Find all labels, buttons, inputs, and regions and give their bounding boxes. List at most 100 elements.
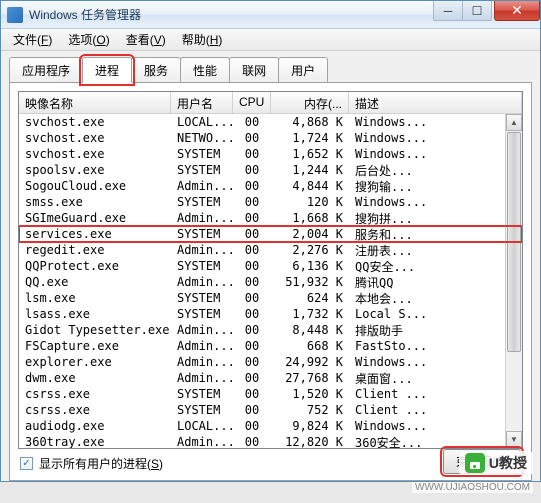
cell-image-name: QQProtect.exe bbox=[19, 259, 171, 273]
cell-memory: 2,276 K bbox=[271, 243, 349, 257]
menu-file[interactable]: 文件(F) bbox=[5, 29, 60, 50]
cell-cpu: 00 bbox=[233, 371, 271, 385]
table-row[interactable]: regedit.exeAdmin...002,276 K注册表... bbox=[19, 242, 522, 258]
col-memory[interactable]: 内存(... bbox=[271, 92, 349, 113]
tab-performance[interactable]: 性能 bbox=[180, 57, 230, 82]
menu-options[interactable]: 选项(O) bbox=[60, 29, 117, 50]
cell-memory: 4,868 K bbox=[271, 115, 349, 129]
col-cpu[interactable]: CPU bbox=[233, 92, 271, 113]
cell-image-name: dwm.exe bbox=[19, 371, 171, 385]
watermark: U教授 bbox=[459, 451, 533, 475]
menu-help[interactable]: 帮助(H) bbox=[174, 29, 231, 50]
table-row[interactable]: 360tray.exeAdmin...0012,820 K360安全... bbox=[19, 434, 522, 449]
minimize-button[interactable]: ─ bbox=[433, 1, 463, 21]
table-row[interactable]: SogouCloud.exeAdmin...004,844 K搜狗输... bbox=[19, 178, 522, 194]
cell-cpu: 00 bbox=[233, 291, 271, 305]
tab-applications[interactable]: 应用程序 bbox=[9, 57, 83, 82]
close-button[interactable]: ✕ bbox=[494, 1, 540, 21]
tab-processes[interactable]: 进程 bbox=[82, 57, 132, 83]
cell-memory: 1,244 K bbox=[271, 163, 349, 177]
list-body: svchost.exeLOCAL...004,868 KWindows...sv… bbox=[19, 114, 522, 449]
processes-pane: 映像名称 用户名 CPU 内存(... 描述 svchost.exeLOCAL.… bbox=[9, 83, 532, 481]
maximize-button[interactable]: ☐ bbox=[462, 1, 492, 21]
table-row[interactable]: lsm.exeSYSTEM00624 K本地会... bbox=[19, 290, 522, 306]
show-all-users-checkbox[interactable]: ✓ bbox=[20, 457, 33, 470]
cell-image-name: spoolsv.exe bbox=[19, 163, 171, 177]
cell-cpu: 00 bbox=[233, 179, 271, 193]
cell-description: 后台处... bbox=[349, 162, 522, 179]
tab-services[interactable]: 服务 bbox=[131, 57, 181, 82]
cell-username: Admin... bbox=[171, 371, 233, 385]
cell-username: Admin... bbox=[171, 275, 233, 289]
table-row[interactable]: lsass.exeSYSTEM001,732 KLocal S... bbox=[19, 306, 522, 322]
cell-cpu: 00 bbox=[233, 355, 271, 369]
col-username[interactable]: 用户名 bbox=[171, 92, 233, 113]
cell-memory: 1,724 K bbox=[271, 131, 349, 145]
cell-memory: 1,520 K bbox=[271, 387, 349, 401]
cell-description: 腾讯QQ bbox=[349, 274, 522, 291]
cell-description: Windows... bbox=[349, 131, 522, 145]
scroll-up-button[interactable]: ▲ bbox=[506, 114, 522, 131]
table-row[interactable]: QQ.exeAdmin...0051,932 K腾讯QQ bbox=[19, 274, 522, 290]
cell-image-name: 360tray.exe bbox=[19, 435, 171, 449]
scroll-down-button[interactable]: ▼ bbox=[506, 431, 522, 448]
cell-description: Windows... bbox=[349, 355, 522, 369]
table-row[interactable]: SGImeGuard.exeAdmin...001,668 K搜狗拼... bbox=[19, 210, 522, 226]
cell-description: Windows... bbox=[349, 115, 522, 129]
table-row[interactable]: svchost.exeLOCAL...004,868 KWindows... bbox=[19, 114, 522, 130]
table-row[interactable]: explorer.exeAdmin...0024,992 KWindows... bbox=[19, 354, 522, 370]
table-row[interactable]: spoolsv.exeSYSTEM001,244 K后台处... bbox=[19, 162, 522, 178]
col-description[interactable]: 描述 bbox=[349, 92, 522, 113]
cell-description: Client ... bbox=[349, 403, 522, 417]
cell-memory: 752 K bbox=[271, 403, 349, 417]
titlebar[interactable]: Windows 任务管理器 ─ ☐ ✕ bbox=[1, 1, 540, 29]
cell-memory: 51,932 K bbox=[271, 275, 349, 289]
cell-memory: 24,992 K bbox=[271, 355, 349, 369]
tab-networking[interactable]: 联网 bbox=[229, 57, 279, 82]
watermark-url: WWW.UJIAOSHOU.COM bbox=[412, 482, 533, 493]
cell-memory: 1,668 K bbox=[271, 211, 349, 225]
cell-username: SYSTEM bbox=[171, 307, 233, 321]
col-image-name[interactable]: 映像名称 bbox=[19, 92, 171, 113]
table-row[interactable]: svchost.exeSYSTEM001,652 KWindows... bbox=[19, 146, 522, 162]
cell-image-name: FSCapture.exe bbox=[19, 339, 171, 353]
table-row[interactable]: services.exeSYSTEM002,004 K服务和... bbox=[19, 226, 522, 242]
cell-image-name: csrss.exe bbox=[19, 387, 171, 401]
table-row[interactable]: smss.exeSYSTEM00120 KWindows... bbox=[19, 194, 522, 210]
cell-image-name: explorer.exe bbox=[19, 355, 171, 369]
cell-cpu: 00 bbox=[233, 259, 271, 273]
menubar: 文件(F) 选项(O) 查看(V) 帮助(H) bbox=[1, 29, 540, 51]
cell-image-name: svchost.exe bbox=[19, 115, 171, 129]
table-row[interactable]: Gidot Typesetter.exeAdmin...008,448 K排版助… bbox=[19, 322, 522, 338]
cell-memory: 2,004 K bbox=[271, 227, 349, 241]
tab-users[interactable]: 用户 bbox=[278, 57, 328, 82]
cell-image-name: lsass.exe bbox=[19, 307, 171, 321]
cell-cpu: 00 bbox=[233, 339, 271, 353]
watermark-icon bbox=[465, 453, 485, 473]
cell-cpu: 00 bbox=[233, 387, 271, 401]
cell-image-name: svchost.exe bbox=[19, 147, 171, 161]
cell-username: SYSTEM bbox=[171, 259, 233, 273]
menu-view[interactable]: 查看(V) bbox=[118, 29, 174, 50]
process-list[interactable]: 映像名称 用户名 CPU 内存(... 描述 svchost.exeLOCAL.… bbox=[18, 91, 523, 449]
cell-memory: 9,824 K bbox=[271, 419, 349, 433]
table-row[interactable]: csrss.exeSYSTEM00752 KClient ... bbox=[19, 402, 522, 418]
cell-username: NETWO... bbox=[171, 131, 233, 145]
cell-image-name: regedit.exe bbox=[19, 243, 171, 257]
table-row[interactable]: svchost.exeNETWO...001,724 KWindows... bbox=[19, 130, 522, 146]
vertical-scrollbar[interactable]: ▲ ▼ bbox=[505, 114, 522, 448]
table-row[interactable]: QQProtect.exeSYSTEM006,136 KQQ安全... bbox=[19, 258, 522, 274]
table-row[interactable]: dwm.exeAdmin...0027,768 K桌面窗... bbox=[19, 370, 522, 386]
table-row[interactable]: csrss.exeSYSTEM001,520 KClient ... bbox=[19, 386, 522, 402]
cell-cpu: 00 bbox=[233, 147, 271, 161]
cell-description: 排版助手 bbox=[349, 322, 522, 339]
watermark-text: U教授 bbox=[489, 453, 527, 473]
cell-description: 注册表... bbox=[349, 242, 522, 259]
cell-description: 360安全... bbox=[349, 434, 522, 450]
cell-image-name: SogouCloud.exe bbox=[19, 179, 171, 193]
table-row[interactable]: audiodg.exeLOCAL...009,824 KWindows... bbox=[19, 418, 522, 434]
list-header: 映像名称 用户名 CPU 内存(... 描述 bbox=[19, 92, 522, 114]
table-row[interactable]: FSCapture.exeAdmin...00668 KFastSto... bbox=[19, 338, 522, 354]
cell-cpu: 00 bbox=[233, 195, 271, 209]
tab-strip: 应用程序 进程 服务 性能 联网 用户 bbox=[9, 57, 532, 83]
